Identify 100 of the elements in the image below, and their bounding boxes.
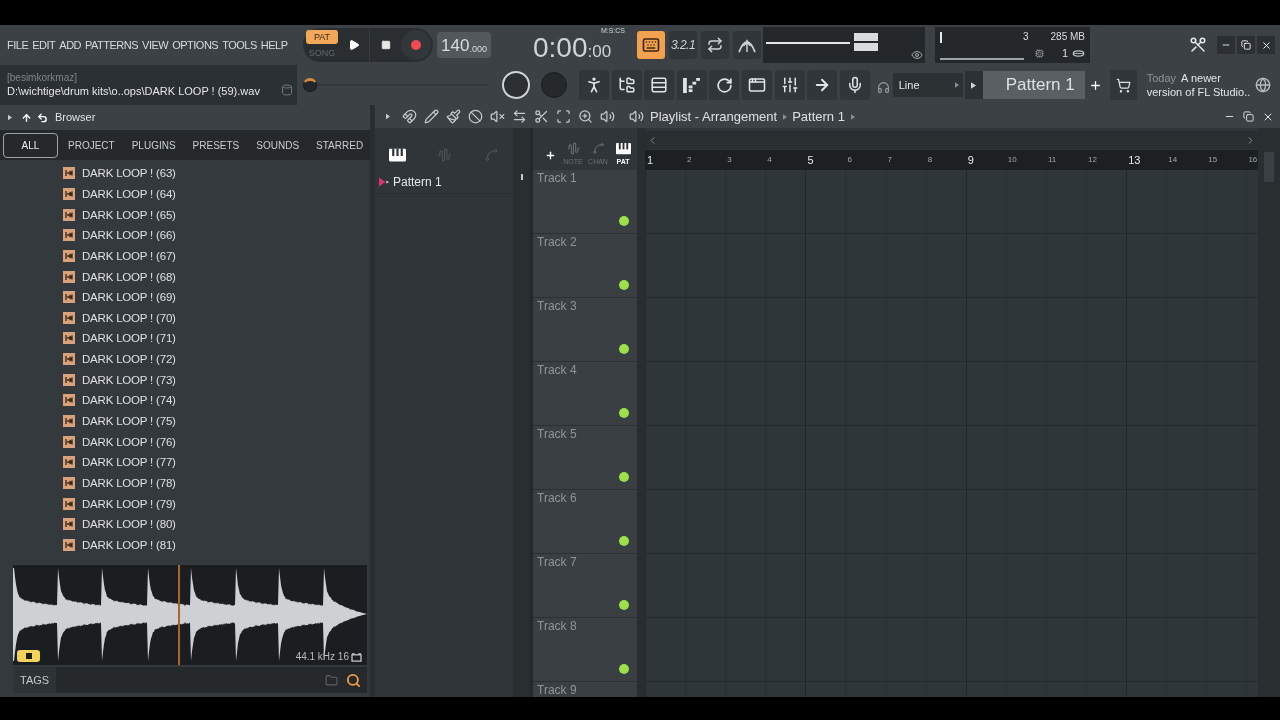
browser-tab[interactable]: PRESETS [185, 132, 247, 158]
speaker-icon[interactable] [600, 109, 615, 124]
sample-item[interactable]: DARK LOOP ! (67) [82, 248, 176, 263]
sample-item[interactable]: DARK LOOP ! (75) [82, 414, 176, 428]
sample-item[interactable]: DARK LOOP ! (76) [82, 434, 176, 449]
loop-record-toggle[interactable] [701, 31, 729, 59]
status-dot-icon[interactable] [619, 280, 629, 290]
no-entry-icon[interactable] [468, 109, 483, 124]
vertical-scrollbar[interactable] [1258, 128, 1280, 697]
play-icon[interactable] [348, 39, 360, 51]
window-button[interactable] [741, 70, 772, 100]
news-text[interactable]: A newer [1181, 71, 1221, 85]
menu-item[interactable]: EDIT [32, 38, 56, 52]
track-header[interactable]: Track 9 [533, 682, 637, 697]
sample-item[interactable]: DARK LOOP ! (63) [82, 166, 176, 181]
menu-item[interactable]: OPTIONS [172, 38, 219, 52]
pattern-item[interactable]: Pattern 1 [393, 172, 442, 191]
refresh-button[interactable] [709, 70, 740, 100]
restore-icon[interactable] [1243, 111, 1254, 122]
stop-preview-button[interactable] [17, 650, 40, 662]
globe-icon[interactable] [1254, 77, 1271, 93]
sample-item[interactable]: DARK LOOP ! (64) [82, 186, 176, 201]
input-dropdown[interactable]: Line [892, 73, 963, 97]
sample-item[interactable]: DARK LOOP ! (79) [82, 496, 176, 511]
restore-button[interactable] [1237, 36, 1255, 54]
mute-icon[interactable] [490, 109, 505, 124]
song-position-slider[interactable] [303, 78, 489, 92]
track-header[interactable]: Track 1 [533, 170, 637, 234]
sample-item[interactable]: DARK LOOP ! (70) [82, 310, 176, 325]
track-header[interactable]: Track 4 [533, 362, 637, 426]
sample-item[interactable]: DARK LOOP ! (80) [82, 517, 176, 532]
sample-item[interactable]: DARK LOOP ! (77) [82, 455, 176, 470]
sample-item[interactable]: DARK LOOP ! (81) [82, 537, 176, 552]
magnet-icon[interactable] [402, 109, 417, 124]
sample-item[interactable]: DARK LOOP ! (65) [82, 207, 176, 222]
countdown-toggle[interactable]: 3.2.1 [669, 31, 697, 59]
folder-tree-button[interactable] [611, 70, 642, 100]
track-header[interactable]: Track 8 [533, 618, 637, 682]
status-dot-icon[interactable] [619, 664, 629, 674]
cart-button[interactable] [1109, 70, 1137, 100]
browser-tab[interactable]: PLUGINS [124, 132, 183, 158]
mode-toggle[interactable]: PAT [306, 30, 338, 44]
eye-icon[interactable] [911, 49, 923, 61]
arch-toggle[interactable] [733, 31, 761, 59]
arrows-icon[interactable] [512, 109, 527, 124]
pencil-icon[interactable] [424, 109, 439, 124]
sample-item[interactable]: DARK LOOP ! (71) [82, 331, 176, 346]
timeline-ruler[interactable]: 1 2 3 4 5 6 7 8 9 10 11 12 13 14 15 16 [645, 150, 1258, 170]
paintbrush-icon[interactable] [446, 109, 461, 124]
track-header[interactable]: Track 5 [533, 426, 637, 490]
status-dot-icon[interactable] [619, 600, 629, 610]
news-text[interactable]: version of FL Studio.. [1146, 85, 1251, 99]
speaker-icon[interactable] [629, 109, 644, 124]
sliders-button[interactable] [774, 70, 805, 100]
search-icon[interactable] [346, 672, 361, 688]
menu-item[interactable]: HELP [260, 38, 288, 52]
track-header[interactable]: Track 2 [533, 234, 637, 298]
sample-item[interactable]: DARK LOOP ! (78) [82, 475, 176, 490]
arrow-button[interactable] [807, 70, 838, 100]
sample-item[interactable]: DARK LOOP ! (68) [82, 269, 176, 284]
browser-tab[interactable]: PROJECT [61, 132, 122, 158]
status-dot-icon[interactable] [619, 216, 629, 226]
menu-item[interactable]: ADD [59, 38, 82, 52]
add-track-icon[interactable] [545, 150, 556, 161]
breadcrumb-link[interactable]: Pattern 1 [792, 106, 845, 127]
caret-icon[interactable] [8, 114, 12, 121]
up-arrow-icon[interactable] [21, 111, 32, 124]
menu-item[interactable]: TOOLS [222, 38, 257, 52]
sample-item[interactable]: DARK LOOP ! (73) [82, 372, 176, 387]
close-button[interactable] [1257, 36, 1275, 54]
browser-tab[interactable]: ALL [3, 132, 58, 158]
scroll-thumb[interactable] [520, 174, 523, 180]
list-button[interactable] [644, 70, 675, 100]
select-icon[interactable] [556, 109, 571, 124]
track-header[interactable]: Track 3 [533, 298, 637, 362]
menu-item[interactable]: VIEW [142, 38, 169, 52]
status-dot-icon[interactable] [619, 408, 629, 418]
scissors-icon[interactable] [534, 109, 549, 124]
sample-item[interactable]: DARK LOOP ! (66) [82, 228, 176, 243]
stop-icon[interactable] [380, 40, 391, 50]
keyboard-toggle[interactable] [637, 31, 665, 59]
slider-knob[interactable] [303, 78, 317, 92]
microphone-button[interactable] [839, 70, 870, 100]
piano-icon[interactable] [389, 148, 406, 162]
status-dot-icon[interactable] [619, 536, 629, 546]
status-dot-icon[interactable] [619, 472, 629, 482]
sample-item[interactable]: DARK LOOP ! (74) [82, 393, 176, 408]
minimize-button[interactable] [1217, 36, 1235, 54]
caret-icon[interactable] [386, 113, 390, 120]
sample-item[interactable]: DARK LOOP ! (72) [82, 352, 176, 367]
steps-button[interactable] [676, 70, 707, 100]
sample-item[interactable]: DARK LOOP ! (69) [82, 290, 176, 305]
browser-tab[interactable]: SOUNDS [249, 132, 307, 158]
menu-item[interactable]: PATTERNS [85, 38, 139, 52]
menu-item[interactable]: FILE [7, 38, 29, 52]
track-header[interactable]: Track 7 [533, 554, 637, 618]
track-header[interactable]: Track 6 [533, 490, 637, 554]
status-dot-icon[interactable] [619, 344, 629, 354]
zoom-icon[interactable] [578, 109, 593, 124]
browser-tab[interactable]: STARRED [309, 132, 371, 158]
